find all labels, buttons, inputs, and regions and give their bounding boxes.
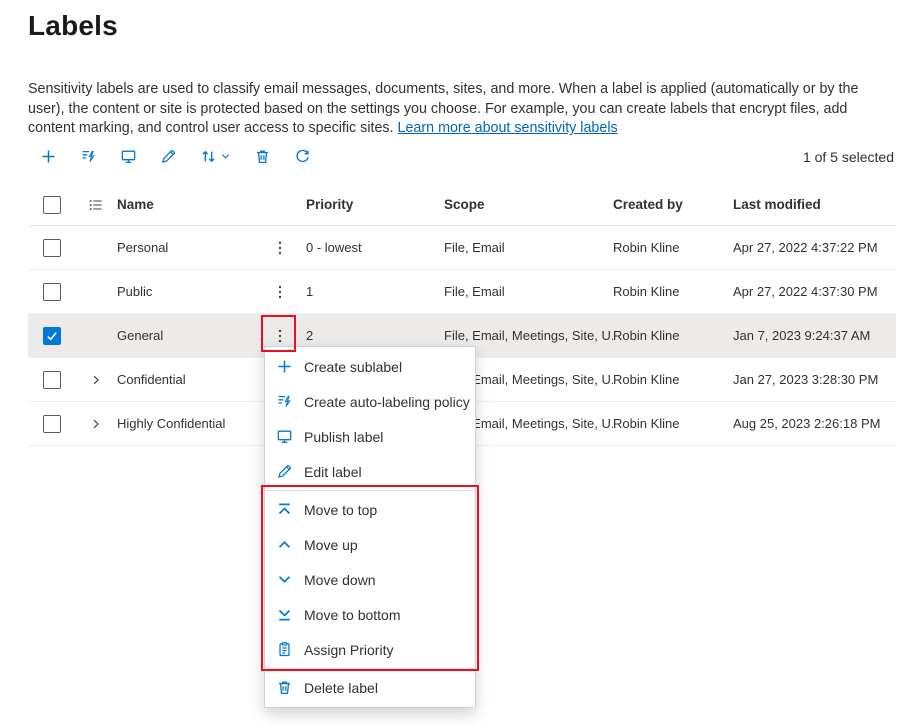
move-to-bottom-icon (276, 606, 293, 623)
menu-item-move-down[interactable]: Move down (265, 562, 475, 597)
auto-label-icon (276, 393, 293, 410)
label-name: Personal (117, 240, 264, 255)
edit-icon (276, 463, 293, 480)
cell-priority: 2 (306, 328, 444, 343)
cell-scope: File, Email (444, 240, 613, 255)
create-auto-labeling-policy-button[interactable] (68, 141, 108, 173)
cell-last-modified: Apr 27, 2022 4:37:30 PM (733, 284, 896, 299)
menu-item-label: Create sublabel (304, 359, 402, 375)
cell-created-by: Robin Kline (613, 284, 733, 299)
auto-label-icon (80, 148, 97, 165)
menu-divider (265, 668, 475, 669)
menu-item-label: Move to top (304, 502, 377, 518)
column-header-name[interactable]: Name (117, 197, 264, 212)
menu-item-label: Move down (304, 572, 376, 588)
delete-label-button[interactable] (242, 141, 282, 173)
table-row-personal[interactable]: Personal 0 - lowestFile, EmailRobin Kline… (28, 226, 896, 270)
cell-created-by: Robin Kline (613, 240, 733, 255)
cell-priority: 0 - lowest (306, 240, 444, 255)
chevron-down-icon (220, 151, 231, 162)
cell-priority: 1 (306, 284, 444, 299)
menu-item-label: Move up (304, 537, 358, 553)
publish-icon (276, 428, 293, 445)
row-checkbox-highly-confidential[interactable] (43, 415, 61, 433)
menu-item-label: Delete label (304, 680, 378, 696)
expand-chevron-icon[interactable] (89, 417, 103, 431)
more-vertical-icon (272, 240, 288, 256)
column-header-priority[interactable]: Priority (306, 197, 444, 212)
cell-created-by: Robin Kline (613, 416, 733, 431)
menu-item-publish-label[interactable]: Publish label (265, 419, 475, 454)
sort-icon (200, 148, 217, 165)
more-actions-button[interactable] (264, 232, 295, 263)
publish-icon (120, 148, 137, 165)
menu-divider (265, 490, 475, 491)
row-checkbox-general[interactable] (43, 327, 61, 345)
plus-icon (40, 148, 57, 165)
menu-item-move-to-top[interactable]: Move to top (265, 492, 475, 527)
list-icon (88, 197, 104, 213)
cell-scope: File, Email, Meetings, Site, U... (444, 328, 613, 343)
label-name: Confidential (117, 372, 264, 387)
menu-item-label: Create auto-labeling policy (304, 394, 470, 410)
menu-item-edit-label[interactable]: Edit label (265, 454, 475, 489)
column-header-created-by[interactable]: Created by (613, 197, 733, 212)
refresh-icon (294, 148, 311, 165)
sensitivity-labels-page: Labels Sensitivity labels are used to cl… (0, 0, 918, 725)
delete-icon (276, 679, 293, 696)
menu-item-delete-label[interactable]: Delete label (265, 670, 475, 705)
label-name: Public (117, 284, 264, 299)
menu-item-label: Move to bottom (304, 607, 401, 623)
refresh-button[interactable] (282, 141, 322, 173)
label-name: Highly Confidential (117, 416, 264, 431)
toolbar-buttons (28, 141, 322, 173)
move-up-icon (276, 536, 293, 553)
cell-scope: File, Email (444, 284, 613, 299)
column-header-last-modified[interactable]: Last modified (733, 197, 896, 212)
page-description: Sensitivity labels are used to classify … (28, 80, 894, 139)
delete-icon (254, 148, 271, 165)
cell-last-modified: Jan 27, 2023 3:28:30 PM (733, 372, 896, 387)
column-header-scope[interactable]: Scope (444, 197, 613, 212)
publish-label-button[interactable] (108, 141, 148, 173)
cell-last-modified: Apr 27, 2022 4:37:22 PM (733, 240, 896, 255)
row-checkbox-personal[interactable] (43, 239, 61, 257)
table-row-public[interactable]: Public 1File, EmailRobin KlineApr 27, 202… (28, 270, 896, 314)
row-checkbox-confidential[interactable] (43, 371, 61, 389)
plus-icon (276, 358, 293, 375)
cell-last-modified: Aug 25, 2023 2:26:18 PM (733, 416, 896, 431)
expand-chevron-icon[interactable] (89, 373, 103, 387)
edit-label-button[interactable] (148, 141, 188, 173)
checkmark-icon (45, 329, 59, 343)
add-label-button[interactable] (28, 141, 68, 173)
menu-item-move-to-bottom[interactable]: Move to bottom (265, 597, 475, 632)
menu-item-label: Publish label (304, 429, 383, 445)
page-title: Labels (28, 10, 118, 42)
row-checkbox-public[interactable] (43, 283, 61, 301)
menu-item-move-up[interactable]: Move up (265, 527, 475, 562)
menu-item-label: Edit label (304, 464, 362, 480)
assign-priority-icon (276, 641, 293, 658)
cell-last-modified: Jan 7, 2023 9:24:37 AM (733, 328, 896, 343)
more-actions-button[interactable] (264, 276, 295, 307)
selection-status: 1 of 5 selected (803, 149, 894, 165)
move-to-top-icon (276, 501, 293, 518)
toolbar: 1 of 5 selected (28, 140, 894, 173)
menu-item-label: Assign Priority (304, 642, 393, 658)
cell-created-by: Robin Kline (613, 372, 733, 387)
menu-item-create-auto-labeling-policy[interactable]: Create auto-labeling policy (265, 384, 475, 419)
menu-item-create-sublabel[interactable]: Create sublabel (265, 349, 475, 384)
menu-item-assign-priority[interactable]: Assign Priority (265, 632, 475, 667)
more-vertical-icon (272, 328, 288, 344)
move-down-icon (276, 571, 293, 588)
table-header-row: Name Priority Scope Created by Last modi… (28, 184, 896, 226)
learn-more-link[interactable]: Learn more about sensitivity labels (398, 120, 618, 136)
edit-icon (160, 148, 177, 165)
more-vertical-icon (272, 284, 288, 300)
cell-created-by: Robin Kline (613, 328, 733, 343)
select-all-checkbox[interactable] (43, 196, 61, 214)
context-menu: Create sublabel Create auto-labeling poli… (264, 346, 476, 708)
sort-button[interactable] (188, 141, 242, 173)
label-name: General (117, 328, 264, 343)
